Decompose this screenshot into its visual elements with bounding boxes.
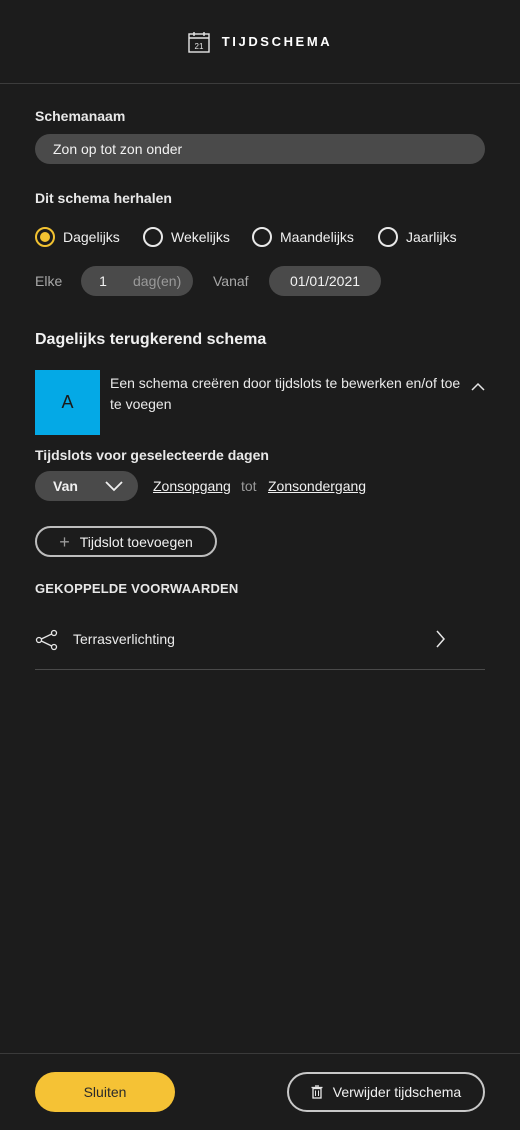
page-title: TIJDSCHEMA xyxy=(221,34,333,49)
radio-circle xyxy=(143,227,163,247)
condition-label: Terrasverlichting xyxy=(73,631,175,647)
header: 21 TIJDSCHEMA xyxy=(0,0,520,84)
schedule-name-label: Schemanaam xyxy=(35,108,126,124)
repeat-options: Dagelijks Wekelijks Maandelijks Jaarlijk… xyxy=(35,227,495,249)
schedule-name-value: Zon op tot zon onder xyxy=(53,141,183,157)
calendar-icon: 21 xyxy=(188,31,210,53)
radio-label: Jaarlijks xyxy=(406,229,457,245)
dropdown-value: Van xyxy=(53,478,78,494)
radio-daily[interactable]: Dagelijks xyxy=(35,227,120,247)
delete-schedule-button[interactable]: Verwijder tijdschema xyxy=(287,1072,485,1112)
linked-conditions-title: GEKOPPELDE VOORWAARDEN xyxy=(35,581,239,596)
start-date-field[interactable]: 01/01/2021 xyxy=(269,266,381,296)
every-unit: dag(en) xyxy=(133,273,182,289)
every-input[interactable]: 1 dag(en) xyxy=(81,266,193,296)
condition-row[interactable]: Terrasverlichting xyxy=(35,620,485,670)
trash-icon xyxy=(311,1085,323,1099)
repeat-label: Dit schema herhalen xyxy=(35,190,172,206)
radio-weekly[interactable]: Wekelijks xyxy=(143,227,230,247)
sunset-link[interactable]: Zonsondergang xyxy=(268,478,366,494)
close-button-label: Sluiten xyxy=(83,1084,127,1100)
radio-label: Dagelijks xyxy=(63,229,120,245)
radio-circle xyxy=(252,227,272,247)
delete-button-label: Verwijder tijdschema xyxy=(332,1084,462,1100)
avatar-letter: A xyxy=(61,392,74,412)
radio-monthly[interactable]: Maandelijks xyxy=(252,227,354,247)
chevron-right-icon xyxy=(436,630,445,648)
add-timeslot-button[interactable]: + Tijdslot toevoegen xyxy=(35,526,217,557)
timeslot-separator: tot xyxy=(241,478,257,494)
every-label: Elke xyxy=(35,273,63,289)
calendar-day-number: 21 xyxy=(194,42,203,51)
schedule-name-input[interactable]: Zon op tot zon onder xyxy=(35,134,485,164)
add-timeslot-label: Tijdslot toevoegen xyxy=(79,533,193,550)
radio-circle xyxy=(35,227,55,247)
every-value: 1 xyxy=(99,273,107,289)
radio-yearly[interactable]: Jaarlijks xyxy=(378,227,457,247)
chevron-down-icon xyxy=(105,481,123,492)
radio-circle xyxy=(378,227,398,247)
start-date-value: 01/01/2021 xyxy=(289,273,361,289)
daily-schedule-title: Dagelijks terugkerend schema xyxy=(35,331,267,348)
radio-label: Wekelijks xyxy=(171,229,230,245)
close-button[interactable]: Sluiten xyxy=(35,1072,175,1112)
sunrise-link[interactable]: Zonsopgang xyxy=(153,478,231,494)
timeslot-type-dropdown[interactable]: Van xyxy=(35,471,138,501)
timeslots-label: Tijdslots voor geselecteerde dagen xyxy=(35,447,269,463)
share-nodes-icon xyxy=(35,629,58,651)
plus-icon: + xyxy=(59,531,70,552)
schedule-description: Een schema creëren door tijdslots te bew… xyxy=(110,375,461,412)
footer: Sluiten Verwijder tijdschema xyxy=(0,1053,520,1130)
chevron-up-icon[interactable] xyxy=(470,380,486,394)
radio-label: Maandelijks xyxy=(280,229,354,245)
from-label: Vanaf xyxy=(213,273,249,289)
avatar: A xyxy=(35,370,100,435)
